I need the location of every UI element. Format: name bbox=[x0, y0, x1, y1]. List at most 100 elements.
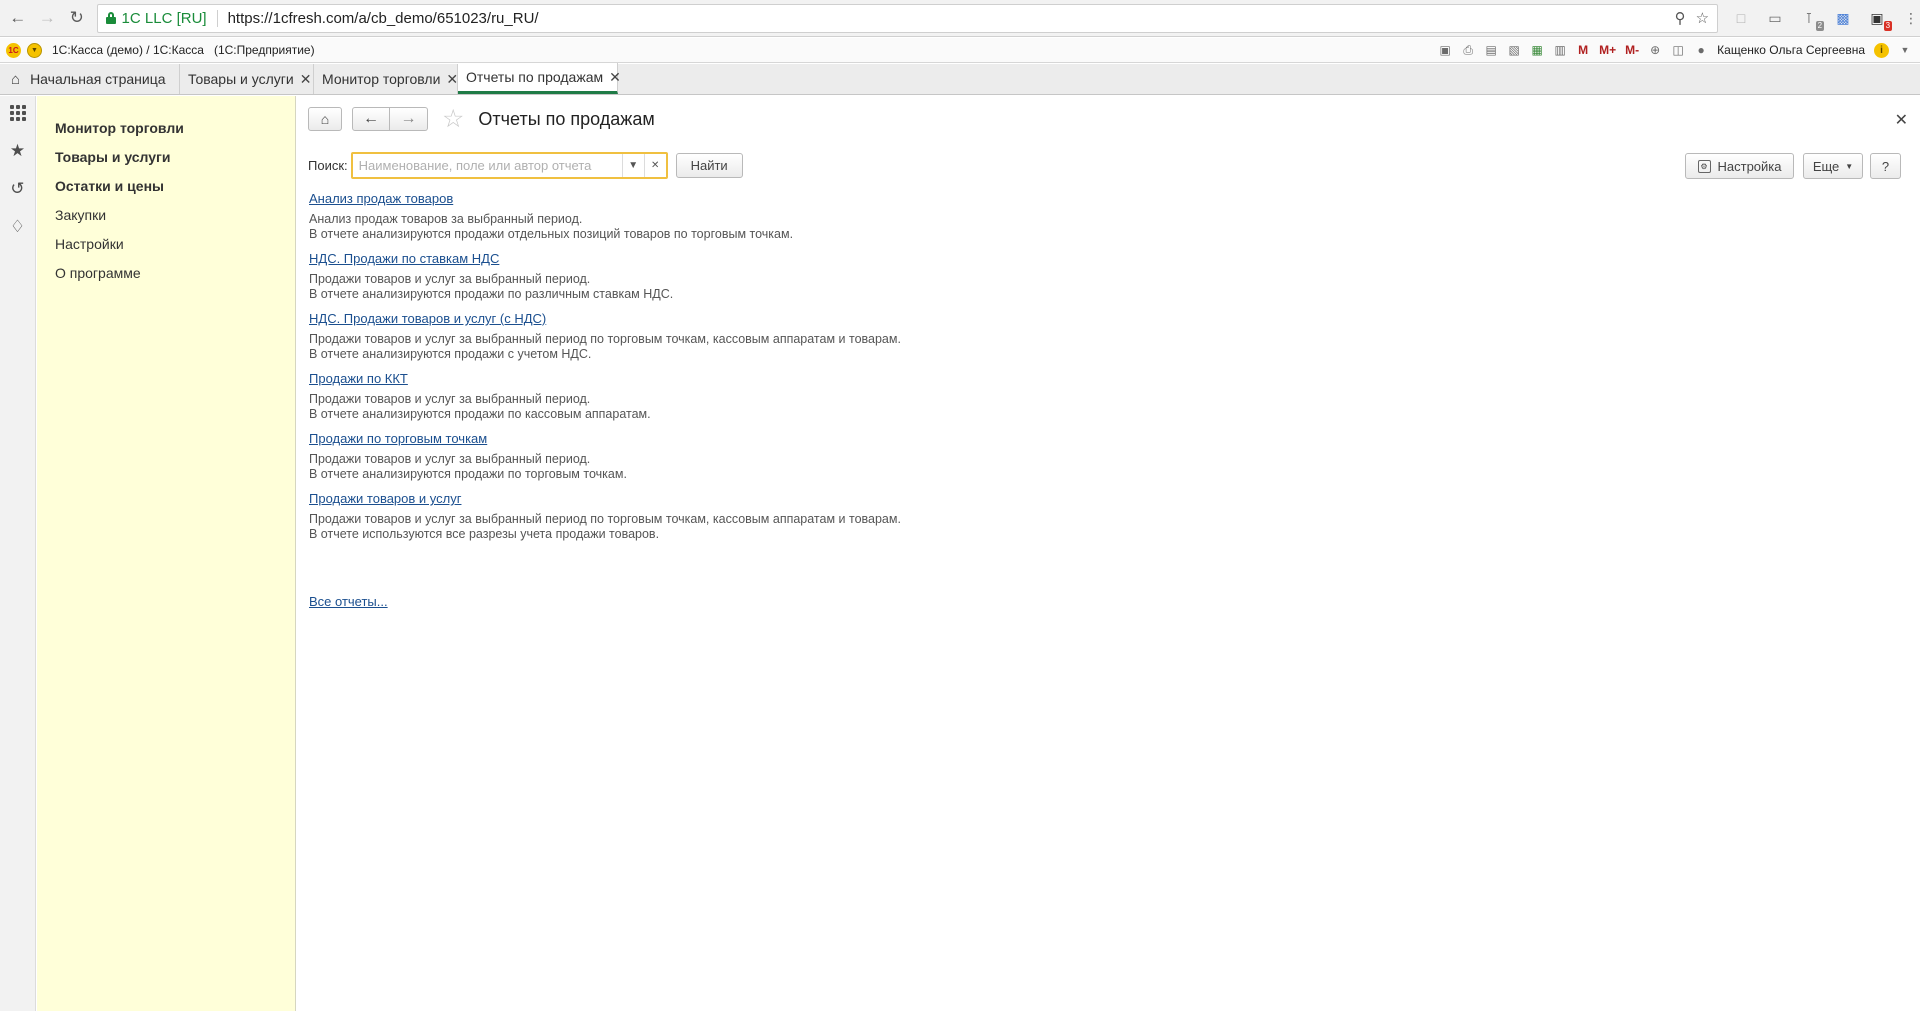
key-icon[interactable]: ⚲ bbox=[1675, 9, 1686, 27]
print-icon[interactable]: ⎙ bbox=[1461, 42, 1475, 58]
browser-toolbar: ← → ↻ 1C LLC [RU] https://1cfresh.com/a/… bbox=[0, 0, 1920, 37]
report-link[interactable]: Продажи по ККТ bbox=[309, 370, 408, 387]
report-description: Продажи товаров и услуг за выбранный пер… bbox=[309, 392, 1209, 422]
report-description-line: Продажи товаров и услуг за выбранный пер… bbox=[309, 512, 901, 526]
find-button[interactable]: Найти bbox=[675, 153, 743, 178]
settings-button[interactable]: ⚙ Настройка bbox=[1685, 153, 1794, 179]
report-description-line: В отчете анализируются продажи отдельных… bbox=[309, 227, 794, 241]
translate-extension-icon[interactable]: ▩ bbox=[1834, 9, 1852, 27]
section-about[interactable]: О программе bbox=[37, 259, 295, 288]
dropdown-chevron-icon[interactable]: ▼ bbox=[621, 154, 644, 177]
tab-home[interactable]: ⌂ Начальная страница bbox=[0, 64, 180, 94]
report-link[interactable]: НДС. Продажи по ставкам НДС bbox=[309, 250, 499, 267]
list-item: Продажи по ККТ Продажи товаров и услуг з… bbox=[309, 370, 1209, 422]
favorites-icon[interactable]: ★ bbox=[6, 140, 30, 162]
help-button[interactable]: ? bbox=[1870, 153, 1901, 179]
pdf-extension-icon[interactable]: □ bbox=[1732, 9, 1750, 27]
report-description-line: Продажи товаров и услуг за выбранный пер… bbox=[309, 272, 591, 286]
app-title: 1С:Касса (демо) / 1С:Касса (1С:Предприят… bbox=[52, 43, 315, 57]
all-functions-icon[interactable] bbox=[6, 102, 30, 124]
cast-extension-icon[interactable]: ▭ bbox=[1766, 9, 1784, 27]
section-stock-prices[interactable]: Остатки и цены bbox=[37, 172, 295, 201]
search-field[interactable]: ▼ ✕ bbox=[350, 152, 668, 179]
main-menu-icon[interactable]: ▼ bbox=[27, 42, 42, 58]
report-description: Продажи товаров и услуг за выбранный пер… bbox=[309, 452, 1209, 482]
report-link[interactable]: Продажи товаров и услуг bbox=[309, 490, 461, 507]
section-settings[interactable]: Настройки bbox=[37, 230, 295, 259]
notifications-bell-icon[interactable]: ♢ bbox=[6, 216, 30, 238]
favorite-star-icon[interactable]: ☆ bbox=[442, 107, 464, 132]
report-description-line: В отчете анализируются продажи с учетом … bbox=[309, 347, 592, 361]
spreadsheet-icon[interactable]: ▦ bbox=[1530, 42, 1544, 58]
list-item: НДС. Продажи товаров и услуг (с НДС) Про… bbox=[309, 310, 1209, 362]
app-menu-chevron-icon[interactable]: ▼ bbox=[1898, 42, 1912, 58]
history-icon[interactable]: ↺ bbox=[6, 178, 30, 200]
attach-icon[interactable]: ▤ bbox=[1484, 42, 1498, 58]
home-button[interactable]: ⌂ bbox=[308, 107, 342, 131]
info-icon[interactable]: i bbox=[1874, 42, 1889, 58]
list-item: НДС. Продажи по ставкам НДС Продажи това… bbox=[309, 250, 1209, 302]
section-trade-monitor[interactable]: Монитор торговли bbox=[37, 114, 295, 143]
report-description-line: В отчете анализируются продажи по различ… bbox=[309, 287, 674, 301]
app-title-bar: 1C ▼ 1С:Касса (демо) / 1С:Касса (1С:Пред… bbox=[0, 38, 1920, 63]
back-button[interactable]: ← bbox=[352, 107, 390, 131]
search-row: Поиск: ▼ ✕ Найти bbox=[308, 152, 743, 179]
save-icon[interactable]: ▣ bbox=[1438, 42, 1452, 58]
browser-back-icon[interactable]: ← bbox=[6, 6, 30, 30]
settings-label: Настройка bbox=[1717, 158, 1782, 174]
mail-extension-icon[interactable]: ▣ 3 bbox=[1868, 9, 1893, 31]
zoom-icon[interactable]: ⊕ bbox=[1648, 42, 1662, 58]
more-button[interactable]: Еще ▼ bbox=[1803, 153, 1863, 179]
history-nav: ← → bbox=[352, 107, 428, 131]
report-description-line: Продажи товаров и услуг за выбранный пер… bbox=[309, 332, 901, 346]
print-preview-icon[interactable]: ▧ bbox=[1507, 42, 1521, 58]
address-bar[interactable]: 1C LLC [RU] https://1cfresh.com/a/cb_dem… bbox=[96, 3, 1719, 33]
arrow-left-icon: ← bbox=[363, 110, 379, 127]
page-title: Отчеты по продажам bbox=[478, 108, 655, 129]
tab-trade-monitor[interactable]: Монитор торговли ✕ bbox=[314, 64, 458, 94]
extension-badge: 2 bbox=[1815, 21, 1825, 31]
section-goods-services[interactable]: Товары и услуги bbox=[37, 143, 295, 172]
report-description: Продажи товаров и услуг за выбранный пер… bbox=[309, 272, 1209, 302]
tab-label: Товары и услуги bbox=[188, 71, 294, 87]
list-item: Анализ продаж товаров Анализ продаж това… bbox=[309, 190, 1209, 242]
memory-minus-button[interactable]: M- bbox=[1625, 42, 1639, 58]
report-link[interactable]: Анализ продаж товаров bbox=[309, 190, 453, 207]
browser-reload-icon[interactable]: ↻ bbox=[65, 6, 89, 30]
section-purchases[interactable]: Закупки bbox=[37, 201, 295, 230]
bookmark-star-icon[interactable]: ☆ bbox=[1696, 9, 1709, 27]
report-description-line: В отчете анализируются продажи по торгов… bbox=[309, 467, 627, 481]
tab-goods-services[interactable]: Товары и услуги ✕ bbox=[180, 64, 314, 94]
sections-panel: Монитор торговли Товары и услуги Остатки… bbox=[37, 96, 296, 1011]
forward-button[interactable]: → bbox=[390, 107, 428, 131]
list-item: Продажи по торговым точкам Продажи товар… bbox=[309, 430, 1209, 482]
user-name[interactable]: Кащенко Ольга Сергеевна bbox=[1717, 43, 1865, 57]
all-reports-link[interactable]: Все отчеты... bbox=[309, 594, 388, 609]
report-link[interactable]: Продажи по торговым точкам bbox=[309, 430, 487, 447]
tab-label: Отчеты по продажам bbox=[466, 69, 604, 85]
panels-icon[interactable]: ◫ bbox=[1671, 42, 1685, 58]
search-label: Поиск: bbox=[308, 158, 348, 173]
memory-plus-button[interactable]: M+ bbox=[1599, 42, 1616, 58]
user-icon[interactable]: ● bbox=[1694, 42, 1708, 58]
tab-label: Начальная страница bbox=[30, 71, 166, 87]
report-link[interactable]: НДС. Продажи товаров и услуг (с НДС) bbox=[309, 310, 546, 327]
close-icon[interactable]: ✕ bbox=[609, 69, 621, 86]
close-icon[interactable]: ✕ bbox=[446, 71, 458, 88]
close-icon[interactable]: ✕ bbox=[1895, 110, 1908, 130]
close-icon[interactable]: ✕ bbox=[300, 71, 312, 88]
url-text[interactable]: https://1cfresh.com/a/cb_demo/651023/ru_… bbox=[228, 10, 539, 27]
browser-menu-icon[interactable]: ⋮ bbox=[1902, 9, 1920, 27]
search-input[interactable] bbox=[352, 154, 622, 177]
report-description-line: Продажи товаров и услуг за выбранный пер… bbox=[309, 452, 591, 466]
browser-forward-icon[interactable]: → bbox=[36, 6, 60, 30]
tab-sales-reports[interactable]: Отчеты по продажам ✕ bbox=[458, 63, 621, 94]
memory-button[interactable]: M bbox=[1576, 42, 1590, 58]
1c-logo-icon: 1C bbox=[6, 42, 21, 58]
report-description: Анализ продаж товаров за выбранный перио… bbox=[309, 212, 1209, 242]
network-extension-icon[interactable]: ⊺ 2 bbox=[1800, 9, 1825, 31]
calendar-icon[interactable]: ▥ bbox=[1553, 42, 1567, 58]
site-identity: 1C LLC [RU] bbox=[121, 9, 207, 27]
clear-icon[interactable]: ✕ bbox=[643, 154, 666, 177]
panel-icon-rail: ★ ↺ ♢ bbox=[0, 96, 36, 1011]
